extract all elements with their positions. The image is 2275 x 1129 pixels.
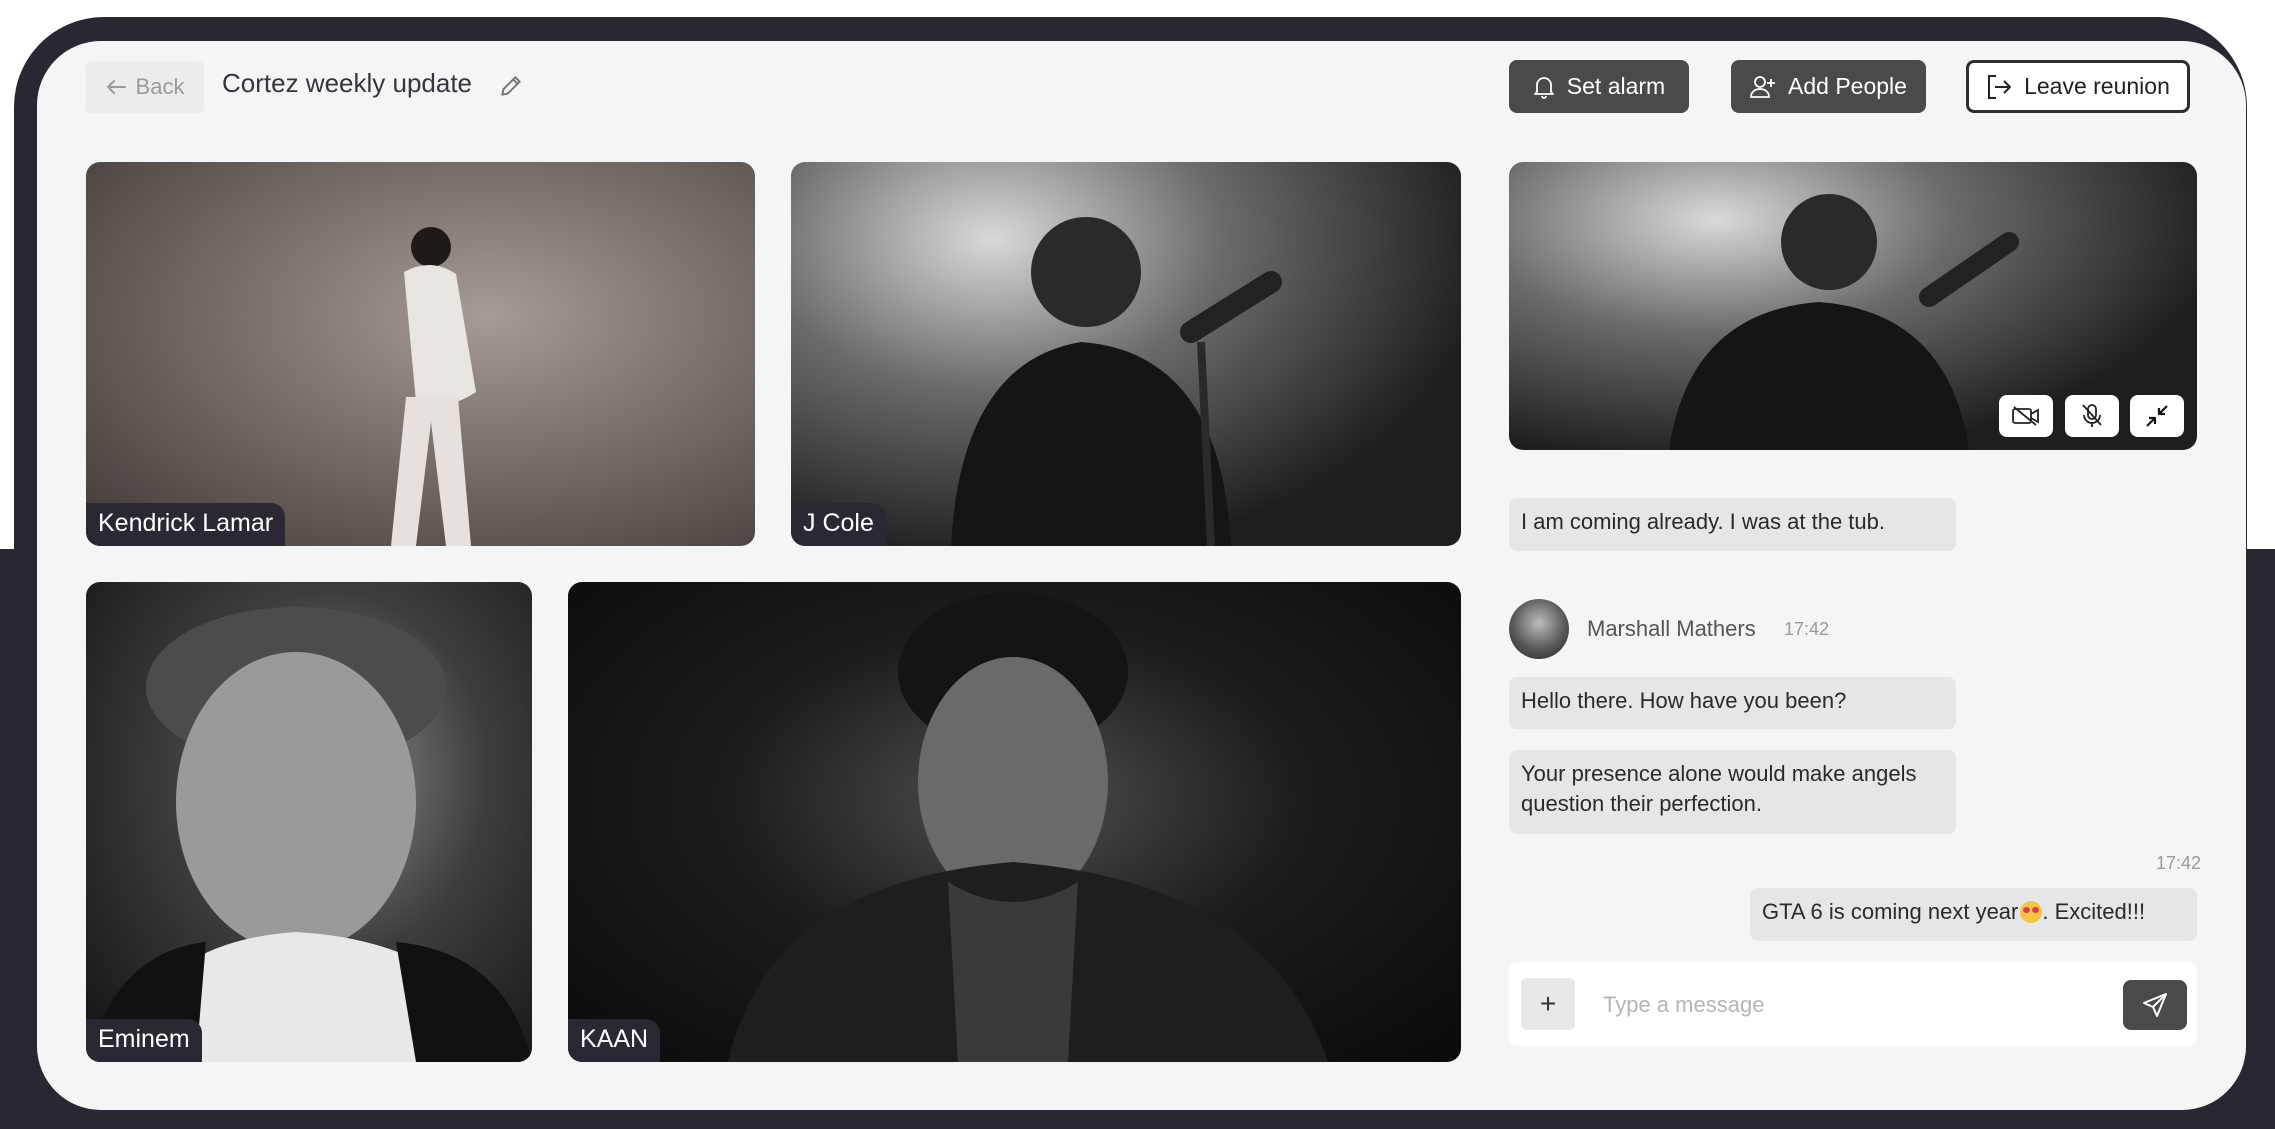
participant-name: Eminem bbox=[86, 1019, 202, 1062]
message-text: . Excited!!! bbox=[2042, 899, 2146, 924]
minimize-icon bbox=[2146, 405, 2168, 427]
arrow-left-icon bbox=[106, 80, 126, 94]
video-tile-eminem[interactable]: Eminem bbox=[86, 582, 532, 1062]
pencil-icon[interactable] bbox=[498, 73, 524, 99]
mute-button[interactable] bbox=[2065, 395, 2119, 437]
message-time: 17:42 bbox=[1784, 619, 1830, 639]
message-time: 17:42 bbox=[2156, 853, 2202, 873]
performer-silhouette bbox=[391, 227, 476, 546]
back-label: Back bbox=[135, 74, 185, 99]
add-people-button[interactable]: Add People bbox=[1731, 60, 1926, 113]
avatar bbox=[1509, 599, 1569, 659]
participant-name: Kendrick Lamar bbox=[86, 503, 286, 546]
chat-message: I am coming already. I was at the tub. bbox=[1509, 498, 1956, 551]
video-tile-kaan[interactable]: KAAN bbox=[568, 582, 1461, 1062]
performer-silhouette bbox=[86, 607, 532, 1062]
message-composer: + bbox=[1509, 962, 2197, 1046]
heart-eyes-emoji-icon bbox=[2020, 901, 2043, 923]
leave-reunion-button[interactable]: Leave reunion bbox=[1966, 60, 2190, 113]
back-button[interactable]: Back bbox=[86, 61, 204, 113]
send-button[interactable] bbox=[2123, 980, 2187, 1030]
add-people-label: Add People bbox=[1788, 73, 1907, 99]
set-alarm-label: Set alarm bbox=[1566, 73, 1666, 99]
page-title: Cortez weekly update bbox=[222, 68, 473, 98]
message-input[interactable] bbox=[1601, 982, 2035, 1028]
video-tile-j-cole[interactable]: J Cole bbox=[791, 162, 1461, 546]
participant-name: KAAN bbox=[568, 1019, 661, 1062]
bell-icon bbox=[1533, 76, 1554, 99]
attach-button[interactable]: + bbox=[1521, 978, 1575, 1030]
add-user-icon bbox=[1750, 75, 1776, 98]
performer-silhouette bbox=[951, 217, 1282, 546]
chat-message: Your presence alone would make angels qu… bbox=[1509, 750, 1956, 834]
own-chat-message: GTA 6 is coming next year . Excited!!! bbox=[1750, 888, 2197, 941]
chat-message: Hello there. How have you been? bbox=[1509, 677, 1956, 729]
microphone-off-icon bbox=[2082, 404, 2102, 427]
video-tile-kendrick[interactable]: Kendrick Lamar bbox=[86, 162, 755, 546]
set-alarm-button[interactable]: Set alarm bbox=[1509, 60, 1689, 113]
send-icon bbox=[2143, 993, 2167, 1017]
camera-off-button[interactable] bbox=[1999, 395, 2053, 437]
sender-name: Marshall Mathers bbox=[1587, 616, 1756, 641]
leave-reunion-label: Leave reunion bbox=[2024, 73, 2170, 99]
performer-silhouette bbox=[728, 592, 1328, 1062]
exit-icon bbox=[1988, 74, 2012, 99]
participant-name: J Cole bbox=[791, 503, 886, 546]
camera-off-icon bbox=[2012, 406, 2039, 426]
message-text: GTA 6 is coming next year bbox=[1762, 899, 2019, 924]
minimize-button[interactable] bbox=[2130, 395, 2184, 437]
